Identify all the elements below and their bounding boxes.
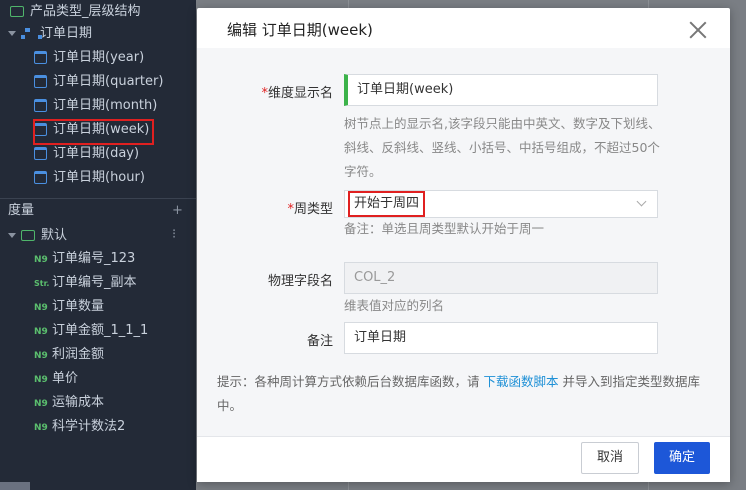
numeric-type-icon: N9 [34,399,48,409]
tree-item-order-date-year[interactable]: 订单日期(year) [34,46,144,70]
week-type-hint: 备注：单选且周类型默认开始于周一 [344,221,545,236]
dialog-header: 编辑 订单日期(week) [197,8,730,48]
dialog-footer: 取消 确定 [197,436,730,482]
numeric-type-icon: N9 [34,327,48,337]
tree-item-label: 订单日期(hour) [53,170,145,185]
calendar-icon [34,99,47,112]
chevron-down-icon[interactable] [8,233,16,238]
measure-item-label: 运输成本 [52,395,105,410]
tree-item-order-date-day[interactable]: 订单日期(day) [34,142,139,166]
close-icon[interactable] [688,20,708,40]
tree-item-label: 产品类型_层级结构 [30,4,141,19]
measure-item[interactable]: N9 订单数量 [34,295,104,319]
measure-item-label: 单价 [52,371,79,386]
measure-item-label: 订单编号_123 [52,251,136,266]
physical-field-hint: 维表值对应的列名 [344,298,445,313]
measure-item-label: 订单编号_副本 [52,275,137,290]
tree-item-label: 订单日期(month) [53,98,158,113]
chevron-down-icon[interactable] [636,196,647,207]
week-type-label: *周类型 [197,198,333,217]
numeric-type-icon: N9 [34,423,48,433]
calendar-icon [34,75,47,88]
measure-item[interactable]: N9 订单编号_123 [34,247,135,271]
measure-item[interactable]: N9 利润金额 [34,343,104,367]
tree-item-label: 默认 [41,228,68,243]
tree-item-order-date[interactable]: 订单日期 [8,22,92,46]
confirm-button[interactable]: 确定 [654,442,710,474]
folder-icon [21,230,35,241]
calendar-icon [34,51,47,64]
tree-item-order-date-quarter[interactable]: 订单日期(quarter) [34,70,163,94]
edit-dimension-dialog: 编辑 订单日期(week) *维度显示名 订单日期(week) 树节点上的显示名… [197,8,730,482]
display-name-label-text: 维度显示名 [267,86,333,101]
tree-item-default-folder[interactable]: 默认 [8,224,67,248]
tree-item-label: 订单日期 [40,26,93,41]
dialog-body: *维度显示名 订单日期(week) 树节点上的显示名,该字段只能由中英文、数字及… [197,48,730,436]
measure-item-label: 订单金额_1_1_1 [52,323,149,338]
tree-item-label: 订单日期(day) [53,146,140,161]
physical-field-input: COL_2 [344,262,658,294]
chevron-down-icon[interactable] [8,31,16,36]
measure-item[interactable]: N9 单价 [34,367,78,391]
measure-section-header: 度量 + ⁝ [0,198,196,242]
download-script-link[interactable]: 下载函数脚本 [483,374,558,389]
tree-item-product-hierarchy[interactable]: 产品类型_层级结构 [10,0,141,24]
numeric-type-icon: N9 [34,375,48,385]
week-type-label-text: 周类型 [293,202,333,217]
display-name-label: *维度显示名 [197,82,333,101]
dialog-title: 编辑 订单日期(week) [227,21,373,39]
tree-item-order-date-month[interactable]: 订单日期(month) [34,94,157,118]
calendar-icon [34,171,47,184]
tree-item-label: 订单日期(quarter) [53,74,164,89]
measure-item[interactable]: N9 订单金额_1_1_1 [34,319,148,343]
display-name-input[interactable]: 订单日期(week) [344,74,658,106]
horizontal-scrollbar[interactable] [0,482,30,490]
tip-text-prefix: 提示：各种周计算方式依赖后台数据库函数，请 [217,374,484,389]
measure-item[interactable]: Str. 订单编号_副本 [34,271,137,295]
tree-item-order-date-hour[interactable]: 订单日期(hour) [34,166,145,190]
numeric-type-icon: N9 [34,303,48,313]
physical-field-label: 物理字段名 [267,274,333,289]
remark-label: 备注 [306,334,333,349]
cancel-button[interactable]: 取消 [581,442,639,474]
hierarchy-icon [21,27,42,40]
tree-item-label: 订单日期(year) [53,50,145,65]
numeric-type-icon: N9 [34,351,48,361]
week-calc-tip: 提示：各种周计算方式依赖后台数据库函数，请 下载函数脚本 并导入到指定类型数据库… [217,370,707,418]
calendar-icon [34,147,47,160]
remark-input[interactable]: 订单日期 [344,322,658,354]
measure-item-label: 科学计数法2 [52,419,126,434]
display-name-hint: 树节点上的显示名,该字段只能由中英文、数字及下划线、斜线、反斜线、竖线、小括号、… [344,116,661,179]
measure-item-label: 订单数量 [52,299,105,314]
string-type-icon: Str. [34,279,50,288]
measure-tools[interactable]: + ⁝ [172,199,196,247]
measure-header-label: 度量 [8,203,35,218]
field-tree-sidebar: 产品类型_层级结构 订单日期 订单日期(year) 订单日期(quarter) … [0,0,196,490]
highlight-box-week-type [348,191,425,217]
measure-item-label: 利润金额 [52,347,105,362]
measure-item[interactable]: N9 运输成本 [34,391,104,415]
measure-item[interactable]: N9 科学计数法2 [34,415,125,439]
folder-icon [10,6,24,17]
numeric-type-icon: N9 [34,255,48,265]
